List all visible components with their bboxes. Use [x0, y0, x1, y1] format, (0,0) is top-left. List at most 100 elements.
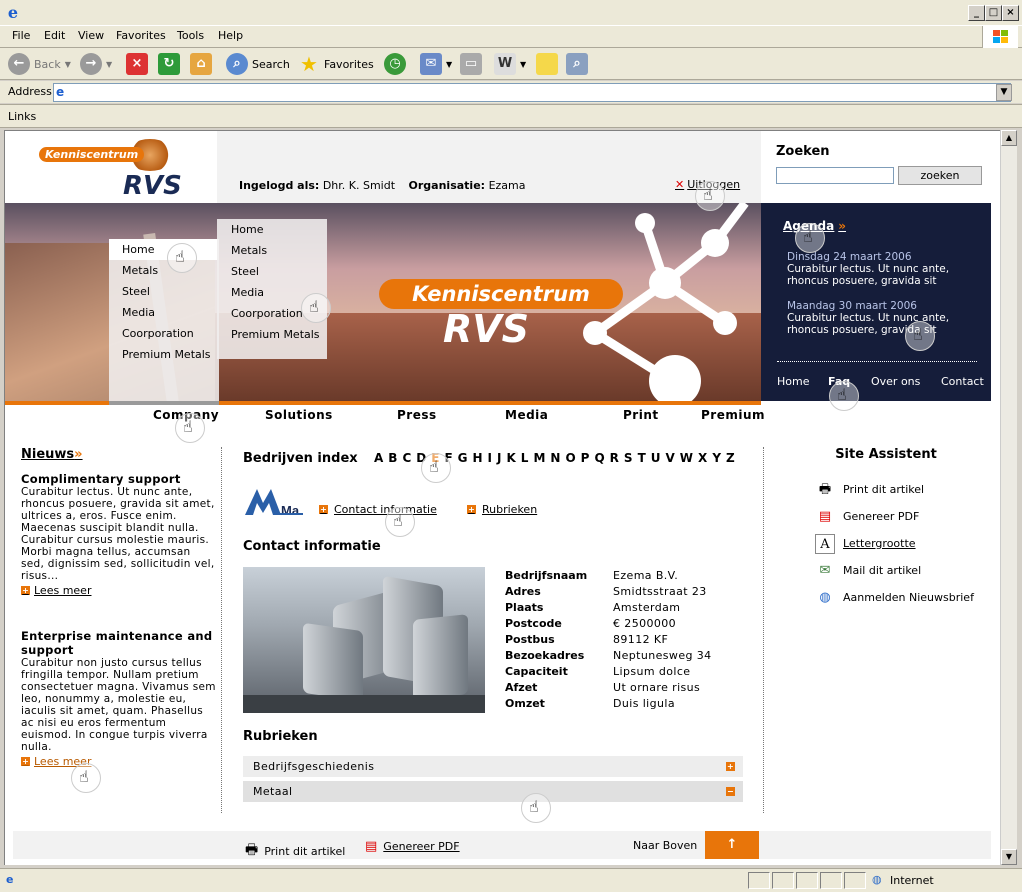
letter-l[interactable]: L — [521, 451, 534, 465]
edit-dropdown-icon[interactable]: ▼ — [520, 60, 526, 69]
tab-contact-informatie[interactable]: + Contact informatie — [319, 503, 437, 516]
back-dropdown-icon[interactable]: ▼ — [65, 60, 71, 69]
assistant-print[interactable]: 🖶 Print dit artikel — [781, 476, 991, 503]
letter-c[interactable]: C — [402, 451, 416, 465]
search-input[interactable] — [776, 167, 894, 184]
nav-premium[interactable]: Premium — [701, 408, 765, 422]
letter-y[interactable]: Y — [712, 451, 726, 465]
letter-h[interactable]: H — [473, 451, 488, 465]
letter-z[interactable]: Z — [726, 451, 740, 465]
news-title-link[interactable]: Nieuws» — [21, 447, 217, 462]
nav-press[interactable]: Press — [397, 408, 437, 422]
letter-x[interactable]: X — [698, 451, 712, 465]
letter-o[interactable]: O — [565, 451, 580, 465]
letter-j[interactable]: J — [497, 451, 506, 465]
letter-v[interactable]: V — [666, 451, 680, 465]
menu1-item-coorporation[interactable]: Coorporation — [109, 323, 219, 344]
search-submit-button[interactable]: zoeken — [898, 166, 982, 185]
nav-media[interactable]: Media — [505, 408, 548, 422]
letter-g[interactable]: G — [458, 451, 473, 465]
menu-file[interactable]: File — [12, 29, 30, 42]
letter-i[interactable]: I — [488, 451, 497, 465]
assistant-pdf[interactable]: ▤ Genereer PDF — [781, 503, 991, 530]
menu2-item-home[interactable]: Home — [217, 219, 327, 240]
agenda-text-1[interactable]: Curabitur lectus. Ut nunc ante, rhoncus … — [787, 263, 977, 287]
footer-pdf-link[interactable]: ▤ Genereer PDF — [365, 839, 460, 854]
letter-p[interactable]: P — [581, 451, 595, 465]
maximize-button[interactable]: □ — [985, 5, 1002, 21]
research-button[interactable]: ⌕ — [566, 52, 588, 76]
forward-dropdown-icon[interactable]: ▼ — [106, 60, 112, 69]
close-button[interactable]: × — [1002, 5, 1019, 21]
letter-s[interactable]: S — [624, 451, 638, 465]
assistant-font-size[interactable]: A Lettergrootte — [781, 530, 991, 557]
footer-print-label: Print dit artikel — [264, 844, 346, 858]
collapse-icon[interactable]: − — [726, 787, 735, 796]
address-dropdown-icon[interactable]: ▼ — [996, 84, 1012, 101]
menu1-item-metals[interactable]: Metals — [109, 260, 219, 281]
letter-t[interactable]: T — [638, 451, 651, 465]
menu2-item-steel[interactable]: Steel — [217, 261, 327, 282]
address-input[interactable]: e — [53, 83, 1011, 102]
agenda-link-over-ons[interactable]: Over ons — [871, 375, 920, 388]
expand-icon[interactable]: + — [726, 762, 735, 771]
footer-top-label[interactable]: Naar Boven — [633, 839, 697, 852]
menu2-item-premium-metals[interactable]: Premium Metals — [217, 324, 327, 345]
minimize-button[interactable]: _ — [968, 5, 985, 21]
letter-q[interactable]: Q — [594, 451, 609, 465]
letter-k[interactable]: K — [506, 451, 520, 465]
assistant-newsletter[interactable]: ◍ Aanmelden Nieuwsbrief — [781, 584, 991, 611]
links-label[interactable]: Links — [8, 110, 36, 123]
menu1-item-premium-metals[interactable]: Premium Metals — [109, 344, 219, 365]
history-button[interactable]: ◷ — [384, 52, 406, 76]
menu1-item-steel[interactable]: Steel — [109, 281, 219, 302]
letter-r[interactable]: R — [610, 451, 624, 465]
column-divider-left — [221, 447, 222, 813]
mail-button[interactable]: ✉ ▼ — [420, 52, 452, 76]
back-button[interactable]: ← Back ▼ — [8, 52, 71, 76]
forward-button[interactable]: → ▼ — [80, 52, 112, 76]
edit-button[interactable]: W ▼ — [494, 52, 526, 76]
tab-rubrieken[interactable]: + Rubrieken — [467, 503, 537, 516]
index-title: Bedrijven index — [243, 451, 358, 466]
menu1-item-home[interactable]: Home — [109, 239, 219, 260]
menu1-item-media[interactable]: Media — [109, 302, 219, 323]
letter-a[interactable]: A — [374, 451, 388, 465]
nav-solutions[interactable]: Solutions — [265, 408, 333, 422]
menu2-item-metals[interactable]: Metals — [217, 240, 327, 261]
home-button[interactable]: ⌂ — [190, 52, 212, 76]
menu-tools[interactable]: Tools — [177, 29, 204, 42]
read-more-link-2[interactable]: + Lees meer — [21, 755, 217, 768]
letter-m[interactable]: M — [533, 451, 550, 465]
footer-print-link[interactable]: 🖶 Print dit artikel — [245, 839, 345, 863]
agenda-link-contact[interactable]: Contact — [941, 375, 984, 388]
search-button[interactable]: ⌕ Search — [226, 52, 290, 76]
site-logo[interactable]: Kenniscentrum RVS — [33, 137, 193, 201]
agenda-link-home[interactable]: Home — [777, 375, 809, 388]
letter-n[interactable]: N — [550, 451, 565, 465]
letter-b[interactable]: B — [388, 451, 402, 465]
scroll-down-icon[interactable]: ▼ — [1001, 849, 1017, 865]
menu-help[interactable]: Help — [218, 29, 243, 42]
mail-dropdown-icon[interactable]: ▼ — [446, 60, 452, 69]
menu-view[interactable]: View — [78, 29, 104, 42]
vertical-scrollbar[interactable]: ▲ ▼ — [1000, 130, 1017, 865]
back-to-top-button[interactable]: ↑ — [705, 831, 759, 859]
favorites-button[interactable]: ★ Favorites — [298, 52, 374, 76]
stop-button[interactable]: × — [126, 52, 148, 76]
assistant-mail[interactable]: ✉ Mail dit artikel — [781, 557, 991, 584]
print-button[interactable]: ▭ — [460, 52, 482, 76]
discuss-button[interactable] — [536, 52, 558, 76]
menu-favorites[interactable]: Favorites — [116, 29, 166, 42]
news-title: Nieuws — [21, 447, 75, 462]
rubriek-row-metaal[interactable]: Metaal − — [243, 781, 743, 802]
agenda-text-2[interactable]: Curabitur lectus. Ut nunc ante, rhoncus … — [787, 312, 977, 336]
letter-w[interactable]: W — [680, 451, 698, 465]
nav-print[interactable]: Print — [623, 408, 659, 422]
rubriek-row-bedrijfsgeschiedenis[interactable]: Bedrijfsgeschiedenis + — [243, 756, 743, 777]
letter-u[interactable]: U — [651, 451, 666, 465]
refresh-button[interactable]: ↻ — [158, 52, 180, 76]
read-more-link-1[interactable]: + Lees meer — [21, 584, 217, 597]
menu-edit[interactable]: Edit — [44, 29, 65, 42]
scroll-up-icon[interactable]: ▲ — [1001, 130, 1017, 146]
